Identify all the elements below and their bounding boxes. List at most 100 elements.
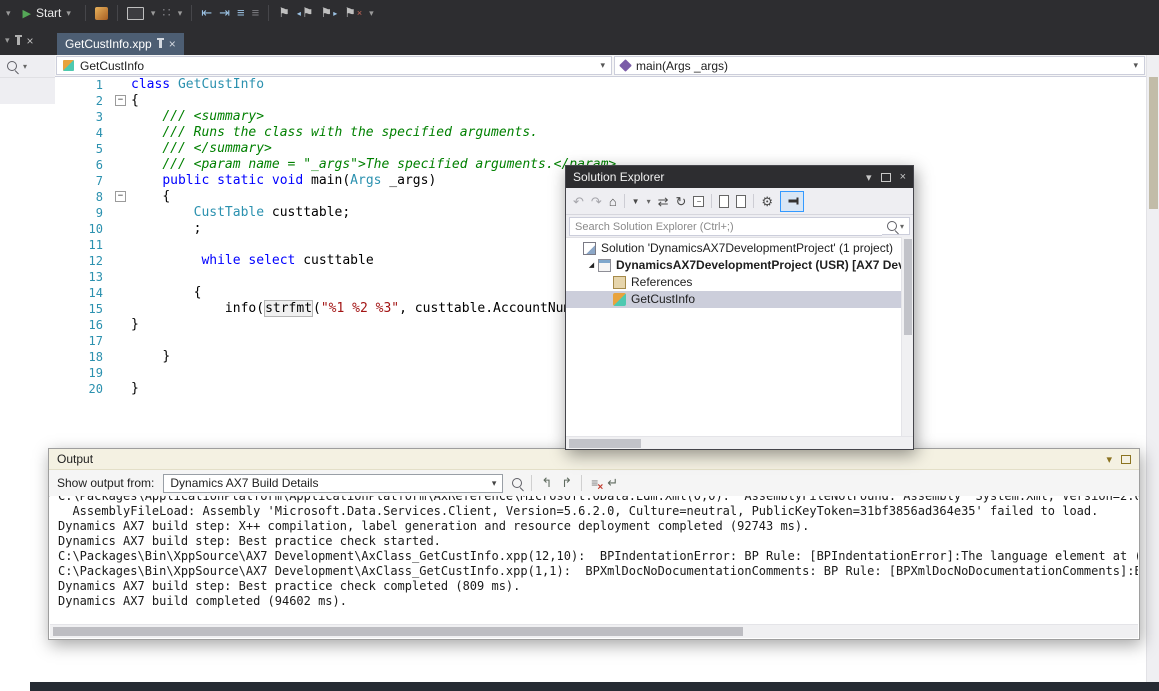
solution-explorer-search: ▾ [566,215,913,238]
preview-selected-items-icon[interactable] [736,195,746,208]
start-dropdown-caret-icon[interactable]: ▾ [66,8,71,19]
outdent-icon[interactable]: ⇤ [201,6,212,20]
navigate-back-icon[interactable]: ↶ [573,195,584,208]
window-position-caret-icon[interactable]: ▾ [1106,453,1112,466]
code-line[interactable]: 3 /// <summary> [55,109,1146,125]
node-label: DynamicsAX7DevelopmentProject (USR) [AX7… [616,257,901,274]
start-debug-button[interactable]: ▶ Start ▾ [18,4,76,22]
panel-menu-caret-icon[interactable]: ▾ [5,35,10,46]
sync-with-active-document-icon[interactable]: ⇄ [658,195,669,208]
collapse-all-icon[interactable]: − [693,196,704,207]
refresh-icon[interactable]: ↻ [676,195,687,208]
output-title: Output [57,452,93,466]
scrollbar-thumb[interactable] [904,239,912,335]
fold-margin: − [112,189,131,205]
code-line[interactable]: 1class GetCustInfo [55,77,1146,93]
tab-getcustinfo-xpp[interactable]: GetCustInfo.xpp × [57,33,184,55]
panel-close-icon[interactable]: × [27,34,34,48]
pin-button[interactable] [780,191,804,212]
tree-item-class[interactable]: GetCustInfo [566,291,901,308]
debug-target-caret-icon[interactable]: ▾ [151,8,156,19]
comment-icon[interactable]: ≡ [237,6,245,20]
left-panel-search[interactable]: ▾ [0,55,55,78]
fold-collapse-icon[interactable]: − [115,191,126,202]
window-position-caret-icon[interactable]: ▾ [866,171,872,184]
code-line[interactable]: 5 /// </summary> [55,141,1146,157]
toggle-bookmark-icon[interactable]: ⚑ [278,6,290,20]
code-line[interactable]: 4 /// Runs the class with the specified … [55,125,1146,141]
show-all-files-icon[interactable] [719,195,729,208]
code-text: class GetCustInfo [131,77,264,93]
home-icon[interactable]: ⌂ [609,195,617,208]
scrollbar-thumb[interactable] [53,627,743,636]
navigate-forward-icon[interactable]: ↷ [591,195,602,208]
output-horizontal-scrollbar[interactable] [50,624,1138,638]
toolbar-separator [753,194,754,208]
line-number: 15 [55,301,112,317]
editor-vertical-scrollbar[interactable] [1146,55,1159,682]
maximize-icon[interactable] [881,173,891,182]
processes-icon[interactable]: ∷ [162,6,170,20]
main-toolbar: ▾ ▶ Start ▾ ▾ ∷ ▾ ⇤ ⇥ ≡ ≡ ⚑ ◂ ⚑ ⚑ ▸ ⚑ × [0,0,1159,26]
scrollbar-thumb[interactable] [569,439,641,448]
solution-explorer-vertical-scrollbar[interactable] [901,237,913,436]
code-text: CustTable custtable; [131,205,350,221]
tree-item-references[interactable]: References [566,274,901,291]
code-line[interactable]: 2−{ [55,93,1146,109]
member-dropdown[interactable]: main(Args _args) ▾ [614,56,1145,75]
solution-tree: Solution 'DynamicsAX7DevelopmentProject'… [566,237,901,436]
next-message-icon[interactable]: ↱ [561,476,572,490]
close-icon[interactable]: × [900,171,906,183]
type-dropdown[interactable]: GetCustInfo ▾ [56,56,612,75]
output-toolbar: Show output from: Dynamics AX7 Build Det… [49,470,1139,497]
debug-target-icon[interactable] [127,7,144,20]
tree-item-project[interactable]: ◢ DynamicsAX7DevelopmentProject (USR) [AX… [566,257,901,274]
chevron-down-icon[interactable]: ▾ [1133,60,1138,71]
solution-explorer-titlebar[interactable]: Solution Explorer ▾ × [566,166,913,188]
search-icon [887,221,897,231]
editor-navigation-bar: GetCustInfo ▾ main(Args _args) ▾ [55,55,1146,77]
toolbar-grip-caret-icon[interactable]: ▾ [6,8,11,19]
uncomment-icon[interactable]: ≡ [252,6,260,20]
tab-pin-icon[interactable] [159,40,162,48]
indent-icon[interactable]: ⇥ [219,6,230,20]
output-line: C:\Packages\ApplicationPlatform\Applicat… [58,496,1138,504]
class-icon [63,60,74,71]
code-text: ; [131,221,201,237]
expander-icon[interactable]: ◢ [585,257,598,274]
previous-bookmark-button[interactable]: ◂ ⚑ [297,6,314,20]
chevron-down-icon[interactable]: ▾ [23,62,27,71]
type-dropdown-value: GetCustInfo [80,59,144,73]
solution-explorer-horizontal-scrollbar[interactable] [566,436,913,449]
toolbar-options-caret-icon[interactable]: ▾ [369,8,374,19]
properties-icon[interactable]: ⚙ [761,195,773,208]
fold-margin [112,173,131,189]
fold-margin [112,205,131,221]
clear-bookmarks-button[interactable]: ⚑ × [344,6,362,20]
tree-item-solution[interactable]: Solution 'DynamicsAX7DevelopmentProject'… [566,240,901,257]
attach-to-process-icon[interactable] [95,7,108,20]
output-titlebar[interactable]: Output ▾ [49,449,1139,470]
line-number: 17 [55,333,112,349]
filter-icon[interactable]: ▼ [632,195,640,208]
panel-pin-icon[interactable] [17,37,20,45]
word-wrap-icon[interactable]: ↵ [607,476,618,490]
search-input[interactable] [569,217,882,236]
find-message-icon[interactable] [512,478,522,488]
filter-caret-icon[interactable]: ▾ [647,197,651,206]
maximize-icon[interactable] [1121,455,1131,464]
scrollbar-thumb[interactable] [1149,77,1158,209]
search-button[interactable]: ▾ [882,217,910,235]
line-number: 14 [55,285,112,301]
fold-collapse-icon[interactable]: − [115,95,126,106]
clear-all-icon[interactable]: ≡ × [591,476,598,490]
output-source-dropdown[interactable]: Dynamics AX7 Build Details ▾ [163,474,503,493]
chevron-down-icon[interactable]: ▾ [600,60,605,71]
processes-caret-icon[interactable]: ▾ [178,8,183,19]
tab-close-icon[interactable]: × [169,37,176,51]
previous-message-icon[interactable]: ↰ [541,476,552,490]
next-bookmark-button[interactable]: ⚑ ▸ [321,6,338,20]
chevron-down-icon[interactable]: ▾ [492,478,497,489]
project-icon [598,259,611,272]
output-log-area[interactable]: C:\Packages\ApplicationPlatform\Applicat… [50,496,1138,625]
